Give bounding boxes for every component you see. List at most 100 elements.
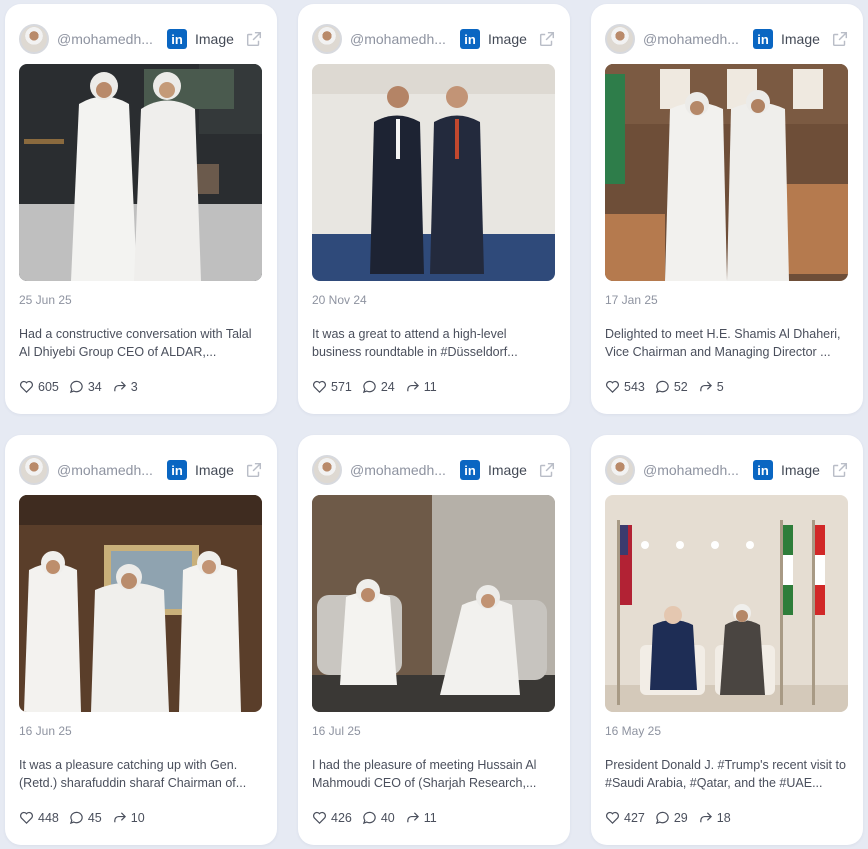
comment-icon xyxy=(362,811,376,825)
avatar[interactable] xyxy=(605,455,635,485)
author-handle[interactable]: @mohamedh... xyxy=(57,31,157,47)
shares-count: 18 xyxy=(716,810,731,825)
post-text: President Donald J. #Trump's recent visi… xyxy=(605,758,846,790)
post-card[interactable]: @mohamedh... in Image 16 Jun 25 It was a… xyxy=(5,435,277,845)
post-image[interactable] xyxy=(605,495,848,712)
shares-count: 11 xyxy=(423,810,437,825)
post-image[interactable] xyxy=(605,64,848,281)
avatar[interactable] xyxy=(19,24,49,54)
shares-stat: 5 xyxy=(698,379,724,394)
post-card[interactable]: @mohamedh... in Image 16 Jul 25 I had th… xyxy=(298,435,570,845)
share-icon xyxy=(699,812,712,823)
avatar[interactable] xyxy=(312,455,342,485)
post-image[interactable] xyxy=(312,64,555,281)
post-header: @mohamedh... in Image xyxy=(605,18,849,60)
avatar[interactable] xyxy=(312,24,342,54)
shares-count: 5 xyxy=(716,379,724,394)
likes-stat: 543 xyxy=(605,379,645,394)
external-link-icon[interactable] xyxy=(831,30,849,48)
external-link-icon[interactable] xyxy=(538,30,556,48)
comments-stat: 29 xyxy=(655,810,688,825)
shares-count: 3 xyxy=(130,379,138,394)
share-icon xyxy=(406,812,419,823)
likes-stat: 571 xyxy=(312,379,352,394)
comment-icon xyxy=(655,811,669,825)
shares-stat: 18 xyxy=(698,810,731,825)
post-stats: 427 29 18 xyxy=(605,810,741,825)
post-date: 16 Jul 25 xyxy=(312,724,361,738)
linkedin-icon: in xyxy=(753,460,773,480)
external-link-icon[interactable] xyxy=(538,461,556,479)
post-text: It was a great to attend a high-level bu… xyxy=(312,327,518,359)
author-handle[interactable]: @mohamedh... xyxy=(350,31,450,47)
share-icon xyxy=(113,381,126,392)
comments-count: 29 xyxy=(673,810,688,825)
comment-icon xyxy=(655,380,669,394)
post-text: Had a constructive conversation with Tal… xyxy=(19,327,252,359)
post-card[interactable]: @mohamedh... in Image 20 Nov 24 It was a… xyxy=(298,4,570,414)
likes-count: 605 xyxy=(38,379,59,394)
post-type-label: Image xyxy=(488,462,527,478)
comments-count: 52 xyxy=(673,379,688,394)
author-handle[interactable]: @mohamedh... xyxy=(350,462,450,478)
author-handle[interactable]: @mohamedh... xyxy=(643,462,743,478)
heart-icon xyxy=(606,811,619,824)
post-header: @mohamedh... in Image xyxy=(19,18,263,60)
post-image[interactable] xyxy=(19,64,262,281)
post-header: @mohamedh... in Image xyxy=(312,18,556,60)
comments-stat: 52 xyxy=(655,379,688,394)
avatar[interactable] xyxy=(605,24,635,54)
external-link-icon[interactable] xyxy=(245,461,263,479)
heart-icon xyxy=(313,380,326,393)
external-link-icon[interactable] xyxy=(245,30,263,48)
linkedin-icon: in xyxy=(167,460,187,480)
comment-icon xyxy=(362,380,376,394)
likes-stat: 427 xyxy=(605,810,645,825)
author-handle[interactable]: @mohamedh... xyxy=(643,31,743,47)
post-header: @mohamedh... in Image xyxy=(19,449,263,491)
post-type-label: Image xyxy=(195,462,234,478)
comments-count: 40 xyxy=(380,810,395,825)
comment-icon xyxy=(69,811,83,825)
post-image[interactable] xyxy=(19,495,262,712)
heart-icon xyxy=(606,380,619,393)
likes-stat: 448 xyxy=(19,810,59,825)
heart-icon xyxy=(20,811,33,824)
share-icon xyxy=(699,381,712,392)
post-type-label: Image xyxy=(488,31,527,47)
shares-stat: 11 xyxy=(405,379,437,394)
heart-icon xyxy=(20,380,33,393)
shares-stat: 10 xyxy=(112,810,145,825)
comments-stat: 45 xyxy=(69,810,102,825)
post-date: 17 Jan 25 xyxy=(605,293,658,307)
author-handle[interactable]: @mohamedh... xyxy=(57,462,157,478)
post-stats: 543 52 5 xyxy=(605,379,734,394)
likes-count: 448 xyxy=(38,810,59,825)
post-image[interactable] xyxy=(312,495,555,712)
post-header: @mohamedh... in Image xyxy=(605,449,849,491)
post-text: It was a pleasure catching up with Gen. … xyxy=(19,758,247,790)
shares-stat: 11 xyxy=(405,810,437,825)
comments-count: 45 xyxy=(87,810,102,825)
likes-count: 427 xyxy=(624,810,645,825)
likes-stat: 426 xyxy=(312,810,352,825)
post-card[interactable]: @mohamedh... in Image 25 Jun 25 Had a co… xyxy=(5,4,277,414)
comments-stat: 40 xyxy=(362,810,395,825)
post-date: 25 Jun 25 xyxy=(19,293,72,307)
likes-stat: 605 xyxy=(19,379,59,394)
comments-count: 34 xyxy=(87,379,102,394)
post-stats: 605 34 3 xyxy=(19,379,148,394)
post-card[interactable]: @mohamedh... in Image xyxy=(591,435,863,845)
post-text: I had the pleasure of meeting Hussain Al… xyxy=(312,758,537,790)
post-stats: 571 24 11 xyxy=(312,379,447,394)
post-type-label: Image xyxy=(195,31,234,47)
shares-count: 10 xyxy=(130,810,145,825)
post-card[interactable]: @mohamedh... in Image xyxy=(591,4,863,414)
avatar[interactable] xyxy=(19,455,49,485)
shares-stat: 3 xyxy=(112,379,138,394)
linkedin-icon: in xyxy=(753,29,773,49)
linkedin-icon: in xyxy=(167,29,187,49)
comments-stat: 24 xyxy=(362,379,395,394)
external-link-icon[interactable] xyxy=(831,461,849,479)
post-grid: @mohamedh... in Image 25 Jun 25 Had a co… xyxy=(0,0,868,849)
